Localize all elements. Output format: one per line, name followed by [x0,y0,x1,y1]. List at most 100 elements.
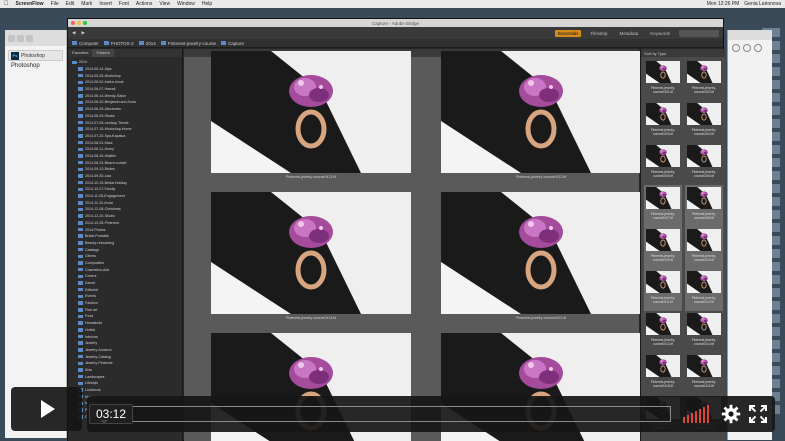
back-arrow-icon[interactable]: ◀ [72,30,75,36]
folder-item[interactable]: Jewelry-Catalog [72,353,182,360]
filmstrip-item[interactable]: Pinterest-jewelry-course0406.tif [685,143,723,185]
folder-item[interactable]: Lookbook [72,387,182,394]
filmstrip-sort[interactable]: Sort by Type [641,49,725,57]
content-thumbnail[interactable] [211,51,411,173]
path-2014[interactable]: 2014 [138,40,156,46]
history-icon[interactable] [732,44,740,52]
menu-help[interactable]: Help [202,1,212,7]
menu-app-name[interactable]: ScreenFlow [16,1,44,7]
folder-item[interactable]: 2014-08-01-Maui [72,139,182,146]
zoom-icon[interactable] [83,21,87,25]
folder-item[interactable]: Hotels [72,327,182,334]
folder-item[interactable]: 2014-08-16-Waikiki [72,153,182,160]
folder-item[interactable]: Interiors [72,333,182,340]
folder-item[interactable]: 2014-09-13-Brides [72,166,182,173]
folder-item[interactable]: 2014-12-28-Pinterest [72,220,182,227]
path-course[interactable]: Pinterest-jewelry-course [160,40,216,46]
minimize-icon[interactable] [77,21,81,25]
progress-bar[interactable] [107,406,671,422]
folder-item[interactable]: 2014-06-07-Hawaii [72,86,182,93]
apple-icon[interactable]:  [4,1,9,7]
menu-user[interactable]: Genia Larionova [744,1,781,7]
folder-item[interactable]: Beauty-retouching [72,240,182,247]
filmstrip-item[interactable]: Pinterest-jewelry-course0415.tif [644,353,682,395]
folder-item[interactable]: 2014-Photos [72,226,182,233]
folder-item[interactable]: Events [72,293,182,300]
tab-favorites[interactable]: Favorites [68,49,92,57]
folder-item[interactable]: 2014-11-20-Anna [72,199,182,206]
folder-item[interactable]: 2014-06-20-Benjamin and Anna [72,99,182,106]
settings-icon[interactable] [743,44,751,52]
folder-item[interactable]: Bridal-Portraits [72,233,182,240]
folder-item[interactable]: 2014-07-15-Workshop-Home [72,126,182,133]
workspace-keywords[interactable]: Keywords [647,30,673,37]
folder-item[interactable]: Catalogs [72,246,182,253]
folder-item[interactable]: 2014-06-29-Studio [72,113,182,120]
content-thumbnail[interactable] [441,51,641,173]
folder-item[interactable]: 2014-07-05-Lindsay-Tennis [72,119,182,126]
folder-item[interactable]: 2014-05-14-Alps [72,66,182,73]
folder-item[interactable]: 2014-12-08-Christmas [72,206,182,213]
content-thumbnail[interactable] [211,192,411,314]
filmstrip-item[interactable]: Pinterest-jewelry-course0411.tif [644,269,682,311]
folder-item[interactable]: Fine-art [72,306,182,313]
settings-gear-icon[interactable] [721,404,741,424]
close-icon[interactable] [71,21,75,25]
filmstrip-item[interactable]: Pinterest-jewelry-course0410.tif [685,227,723,269]
folder-item[interactable]: Kids [72,367,182,374]
folder-item[interactable]: 2014-08-11-Jenny [72,146,182,153]
folder-item[interactable]: Jewelry-Pinterest [72,360,182,367]
folder-item[interactable]: Jewelry-Amazon [72,347,182,354]
folder-item[interactable]: 2014-10-27-Family [72,186,182,193]
folder-item[interactable]: Editorial [72,286,182,293]
folder-item[interactable]: Food [72,313,182,320]
forward-icon[interactable] [17,34,24,42]
folder-item[interactable]: 2014-12-20-Studio [72,213,182,220]
folder-item[interactable]: Dance [72,280,182,287]
folder-item[interactable]: 2014-07-20-Spa-Kapalua [72,133,182,140]
folder-item[interactable]: Jewelry [72,340,182,347]
tab-folders[interactable]: Folders [92,49,114,57]
filmstrip-item[interactable]: Pinterest-jewelry-course0412.tif [685,269,723,311]
filmstrip-item[interactable]: Pinterest-jewelry-course0404.tif [685,101,723,143]
back-icon[interactable] [8,34,15,42]
folder-item[interactable]: 2014-10-15-Bridal-Holiday [72,179,182,186]
workspace-metadata[interactable]: Metadata [616,30,641,37]
path-computer[interactable]: Computer [72,40,99,46]
filmstrip-item[interactable]: Pinterest-jewelry-course0416.tif [685,353,723,395]
folder-item[interactable]: 2014-09-30-Lisa [72,173,182,180]
folder-item[interactable]: 2014-06-14-Wendy-Salon [72,92,182,99]
folder-item[interactable]: 2014-11-05-Engagement [72,193,182,200]
filmstrip-item[interactable]: Pinterest-jewelry-course0413.tif [644,311,682,353]
filmstrip-item[interactable]: Pinterest-jewelry-course0414.tif [685,311,723,353]
menu-insert[interactable]: Insert [99,1,112,7]
content-thumbnail[interactable] [441,192,641,314]
folder-item[interactable]: 2014 [72,59,182,66]
folder-item[interactable]: Landscapes [72,373,182,380]
menu-edit[interactable]: Edit [66,1,75,7]
folder-item[interactable]: Headshots [72,320,182,327]
play-button[interactable] [11,387,82,431]
path-capture[interactable]: Capture [220,40,244,46]
folder-item[interactable]: Clients [72,253,182,260]
info-icon[interactable] [754,44,762,52]
filmstrip-item[interactable]: Pinterest-jewelry-course0403.tif [644,101,682,143]
path-photos[interactable]: PHOTOS-2 [103,40,134,46]
forward-arrow-icon[interactable]: ▶ [81,30,84,36]
filmstrip-item[interactable]: Pinterest-jewelry-course0401.tif [644,59,682,101]
filmstrip-item[interactable]: Pinterest-jewelry-course0405.tif [644,143,682,185]
browser-tab[interactable]: Ps Photoshop [8,50,63,61]
filmstrip-item[interactable]: Pinterest-jewelry-course0408.tif [685,185,723,227]
folder-item[interactable]: Covers [72,273,182,280]
filmstrip-item[interactable]: Pinterest-jewelry-course0409.tif [644,227,682,269]
menu-window[interactable]: Window [177,1,195,7]
menu-view[interactable]: View [159,1,170,7]
search-input[interactable] [679,29,719,37]
filmstrip-item[interactable]: Pinterest-jewelry-course0407.tif [644,185,682,227]
menu-font[interactable]: Font [119,1,129,7]
volume-icon[interactable] [683,405,709,423]
folder-item[interactable]: Fashion [72,300,182,307]
menu-actions[interactable]: Actions [136,1,152,7]
folder-item[interactable]: 2014-06-02-Kalea shoot [72,79,182,86]
folder-item[interactable]: Lifestyle [72,380,182,387]
